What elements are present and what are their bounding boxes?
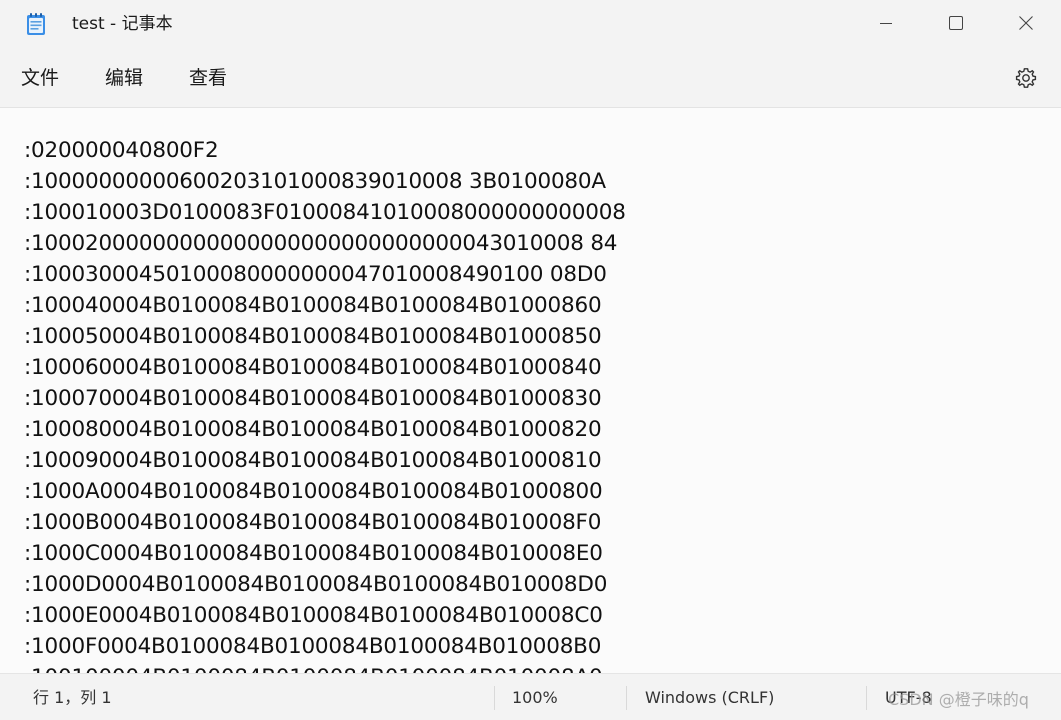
editor-line: :020000040800F2 <box>24 138 219 163</box>
menu-view[interactable]: 查看 <box>189 66 227 90</box>
maximize-icon <box>949 16 963 30</box>
editor-line: :100020000000000000000000000000000430100… <box>24 231 618 256</box>
close-button[interactable] <box>991 0 1061 46</box>
cursor-position: 行 1，列 1 <box>33 688 112 707</box>
title-bar[interactable]: test - 记事本 <box>0 0 1061 48</box>
text-editor[interactable]: :020000040800F2 :10000000000600203101000… <box>0 107 1061 674</box>
zoom-level[interactable]: 100% <box>512 688 558 708</box>
editor-line: :10000000000600203101000839010008 3B0100… <box>24 169 606 194</box>
editor-line: :10003000450100080000000047010008490100 … <box>24 262 607 287</box>
window-title: test - 记事本 <box>72 14 173 34</box>
editor-line: :1000B0004B0100084B0100084B0100084B01000… <box>24 510 602 535</box>
editor-lines: :020000040800F2 :10000000000600203101000… <box>24 135 626 674</box>
maximize-button[interactable] <box>921 0 991 46</box>
editor-line: :100040004B0100084B0100084B0100084B01000… <box>24 293 602 318</box>
editor-line: :1000A0004B0100084B0100084B0100084B01000… <box>24 479 603 504</box>
editor-line: :1000D0004B0100084B0100084B0100084B01000… <box>24 572 608 597</box>
gear-icon[interactable] <box>1014 66 1038 90</box>
editor-line: :100070004B0100084B0100084B0100084B01000… <box>24 386 602 411</box>
minimize-icon <box>880 23 892 24</box>
editor-line: :1000E0004B0100084B0100084B0100084B01000… <box>24 603 603 628</box>
status-divider <box>494 686 495 710</box>
watermark: CSDN @橙子味的q <box>888 690 1029 709</box>
close-icon <box>1019 16 1033 30</box>
menu-edit[interactable]: 编辑 <box>105 66 143 90</box>
editor-line: :100010003D0100083F010008410100080000000… <box>24 200 626 225</box>
editor-line: :1000C0004B0100084B0100084B0100084B01000… <box>24 541 603 566</box>
editor-line: :100060004B0100084B0100084B0100084B01000… <box>24 355 602 380</box>
editor-line: :100050004B0100084B0100084B0100084B01000… <box>24 324 602 349</box>
line-ending[interactable]: Windows (CRLF) <box>645 688 774 708</box>
status-bar: 行 1，列 1 100% Windows (CRLF) UTF-8 CSDN @… <box>0 673 1061 720</box>
status-divider <box>866 686 867 710</box>
notepad-window: test - 记事本 文件 编辑 查看:020000040800F2:100… <box>0 0 1061 720</box>
editor-line: :100090004B0100084B0100084B0100084B01000… <box>24 448 602 473</box>
menu-bar: 文件 编辑 查看 <box>0 48 1061 108</box>
editor-line: :1000F0004B0100084B0100084B0100084B01000… <box>24 634 602 659</box>
notepad-icon <box>27 13 45 35</box>
status-divider <box>626 686 627 710</box>
menu-file[interactable]: 文件 <box>21 66 59 90</box>
minimize-button[interactable] <box>851 0 921 46</box>
editor-line: :100080004B0100084B0100084B0100084B01000… <box>24 417 602 442</box>
